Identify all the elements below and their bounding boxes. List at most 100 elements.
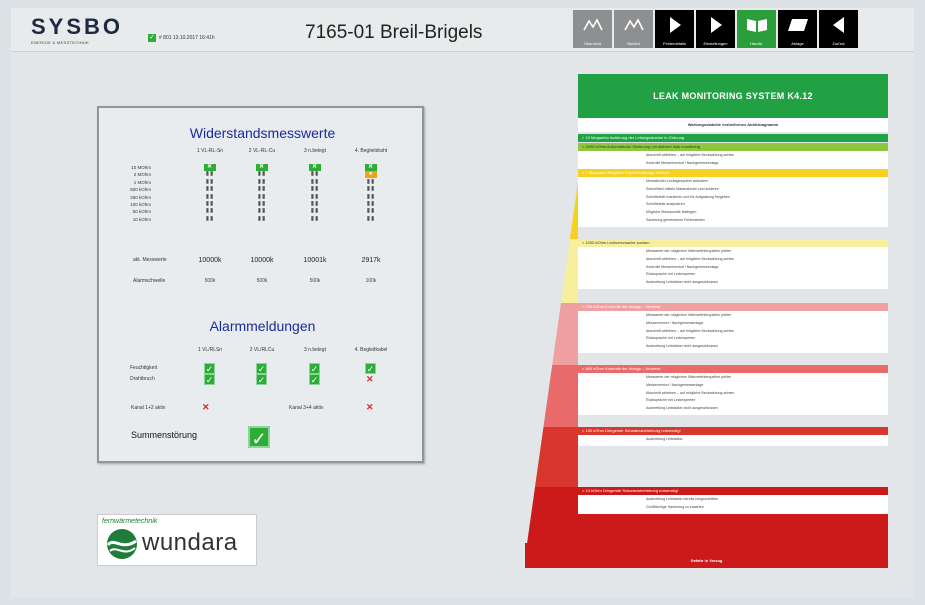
- leak-level-header: < 500 kOhm Kontrolle der Anlage – Hinwei…: [578, 365, 888, 373]
- leak-level: < 100 kOhm Dringende Schadensbehebung no…: [578, 427, 888, 446]
- level-indicator: ▮▮: [205, 171, 215, 178]
- measurement-column-header: 3 n.belegt: [304, 148, 326, 154]
- leak-action-item: Messwerte der möglichen Wärmefehlerquell…: [646, 249, 732, 253]
- resistance-row-label: 100 kOhm: [130, 202, 151, 207]
- alarm-column-header: 3 n.belegt: [304, 347, 326, 353]
- nav-button-zur-ck[interactable]: Zurück: [819, 10, 858, 48]
- level-indicator: ▮▮: [205, 201, 215, 207]
- moisture-ok-check-icon: ✓: [365, 363, 376, 374]
- measurement-column-header: 4. Begleitdraht: [354, 148, 388, 154]
- level-indicator: ▮▮: [310, 201, 320, 207]
- leak-action-item: Schnittstelle markieren und für Aufgrabu…: [646, 194, 730, 199]
- level-indicator: ▮▮: [257, 201, 267, 207]
- nav-button-ablage[interactable]: Ablage: [778, 10, 817, 48]
- level-indicator: ▮▮: [205, 208, 215, 215]
- measurements-title: Widerstandsmesswerte: [189, 125, 336, 141]
- wave-logo-icon: [106, 529, 137, 559]
- alarms-title: Alarmmeldungen: [209, 318, 316, 334]
- leak-level-header: < 2000 kOhm Automatische Sicherung mit a…: [578, 143, 888, 151]
- chart-icon: [614, 15, 653, 35]
- leak-level-actions: Messwerte der möglichen Wärmefehlerquell…: [578, 373, 888, 415]
- resistance-row-label: 50 kOhm: [132, 209, 151, 215]
- level-indicator: ✕: [204, 164, 216, 171]
- resistance-row-label: 2 MOhm: [133, 172, 151, 178]
- leak-action-item: Abschnitt abfahren – auf mögliche Beobac…: [646, 390, 735, 395]
- level-indicator: ▮▮: [310, 171, 320, 178]
- wire-break-x-icon: ✕: [366, 374, 374, 384]
- resistance-row-label: 1 MOhm: [133, 179, 151, 185]
- current-values-label: akt. Messwerte: [133, 257, 167, 263]
- chart-icon: [573, 15, 612, 35]
- leak-level-actions: Ausbreitung Leitstation: [578, 435, 888, 446]
- leak-action-item: Mögliche Messpunkte festlegen: [646, 210, 697, 215]
- level-indicator: ▮▮: [257, 208, 267, 215]
- level-indicator: ▮▮: [257, 186, 267, 193]
- current-value: 10000k: [198, 257, 222, 264]
- leak-level: < 1 Megaohm Mögliche Durchfeuchtung / We…: [578, 169, 888, 227]
- leak-level-header: > 10 Megaohm Isolierung der Leitungsstre…: [578, 134, 888, 142]
- leak-level-actions: Abschnitt abfahren – auf mögliche Beobac…: [578, 151, 888, 170]
- level-indicator: ✕: [309, 164, 321, 171]
- level-indicator: ▮▮: [205, 215, 215, 222]
- connection-status: ✓ # 801 13.10.2017 16:41h: [148, 34, 215, 42]
- nav-button-fehlerdetails[interactable]: Fehlerdetails: [655, 10, 694, 48]
- moisture-ok-check-icon: ✓: [309, 363, 320, 374]
- leak-level: < 2000 kOhm Automatische Sicherung mit a…: [578, 143, 888, 170]
- funnel-segment: [527, 487, 578, 543]
- arrow-right-icon: [655, 15, 694, 35]
- level-indicator: ✕: [365, 164, 377, 171]
- nav-button-label: Zurück: [832, 41, 845, 46]
- moisture-ok-check-icon: ✓: [256, 363, 267, 374]
- level-indicator: ▮▮: [366, 215, 376, 222]
- leak-action-item: Messerventuri / Nachgemessenlage: [646, 320, 704, 325]
- status-check-icon: ✓: [148, 34, 156, 42]
- level-indicator: ▮▮: [366, 186, 376, 193]
- leak-action-item: Großflächige Sanierung zu erwarten: [646, 504, 704, 509]
- wire-break-ok-check-icon: ✓: [204, 374, 215, 385]
- level-indicator: ▮▮: [257, 215, 267, 222]
- leak-action-item: Abschnitt abfahren – auf mögliche Beobac…: [646, 328, 735, 333]
- nav-button-bericht[interactable]: Bericht: [614, 10, 653, 48]
- leak-title: LEAK MONITORING SYSTEM K4.12: [578, 74, 888, 118]
- level-indicator: ▮▮: [310, 215, 320, 222]
- leak-action-item: Messwerte der möglichen Wärmefehlerquell…: [646, 375, 732, 379]
- nav-button-einstellungen[interactable]: Einstellungen: [696, 10, 735, 48]
- leak-level-actions: Messwerte der möglichen Wärmefehlerquell…: [578, 311, 888, 353]
- leak-subtitle: Wartungsstabelle vorbeifornes Abhilzbagn…: [578, 118, 888, 132]
- leak-action-item: Rücksprache mit Leckexperten: [646, 272, 696, 277]
- funnel-segment: [535, 427, 578, 487]
- leak-action-item: Rücksprache mit Leckexperten: [646, 336, 696, 341]
- current-value: 10001k: [303, 257, 327, 264]
- leak-level: < 750 kOhm Kontrolle der Anlage – Hinwei…: [578, 303, 888, 353]
- leak-footer: Gefahr in Verzug: [690, 558, 723, 563]
- threshold-value: 500k: [256, 278, 268, 284]
- leak-action-item: Messerventuri / Nachgemessenlage: [646, 382, 704, 387]
- level-indicator: ▮▮: [205, 193, 215, 200]
- leak-level-actions: Ausbreitung Leitstation bereits fortgesc…: [578, 495, 888, 514]
- nav-button--bersicht[interactable]: Übersicht: [573, 10, 612, 48]
- leak-level: < 500 kOhm Kontrolle der Anlage – Hinwei…: [578, 365, 888, 415]
- nav-button-label: Handb.: [750, 41, 763, 46]
- moisture-ok-check-icon: ✓: [204, 363, 215, 374]
- alarm-column-header: 1 VL/RLSn: [197, 347, 223, 353]
- level-indicator: ▮▮: [310, 186, 320, 193]
- threshold-label: Alarmschwelle: [133, 278, 166, 284]
- wire-break-ok-check-icon: ✓: [309, 374, 320, 385]
- nav-button-label: Einstellungen: [703, 41, 728, 46]
- leak-level-actions: Messwerte der möglichen Wärmefehlerquell…: [578, 247, 888, 289]
- leak-action-item: Abschnitt abfahren – auf mögliche Beobac…: [646, 256, 735, 261]
- folder-icon: [778, 15, 817, 35]
- leak-level: < 10 kOhm Dringende Schadensbehebung not…: [578, 487, 888, 514]
- level-indicator: ▮▮: [205, 178, 215, 185]
- level-indicator: ▮▮: [366, 178, 376, 185]
- level-indicator: ●: [365, 171, 377, 179]
- channel34-label: Kanal 3+4 aktiv: [289, 405, 324, 411]
- resistance-row-label: 10 kOhm: [132, 216, 151, 222]
- summary-fault-label: Summenstörung: [131, 430, 198, 440]
- wire-break-ok-check-icon: ✓: [256, 374, 267, 385]
- nav-button-handb-[interactable]: Handb.: [737, 10, 776, 48]
- channel12-x-icon: ✕: [202, 402, 210, 412]
- funnel-segment: [543, 365, 578, 427]
- leak-action-item: Rücksprache mit Leckexperten: [646, 398, 696, 403]
- leak-action-item: Messwerte der möglichen Wärmefehlerquell…: [646, 313, 732, 317]
